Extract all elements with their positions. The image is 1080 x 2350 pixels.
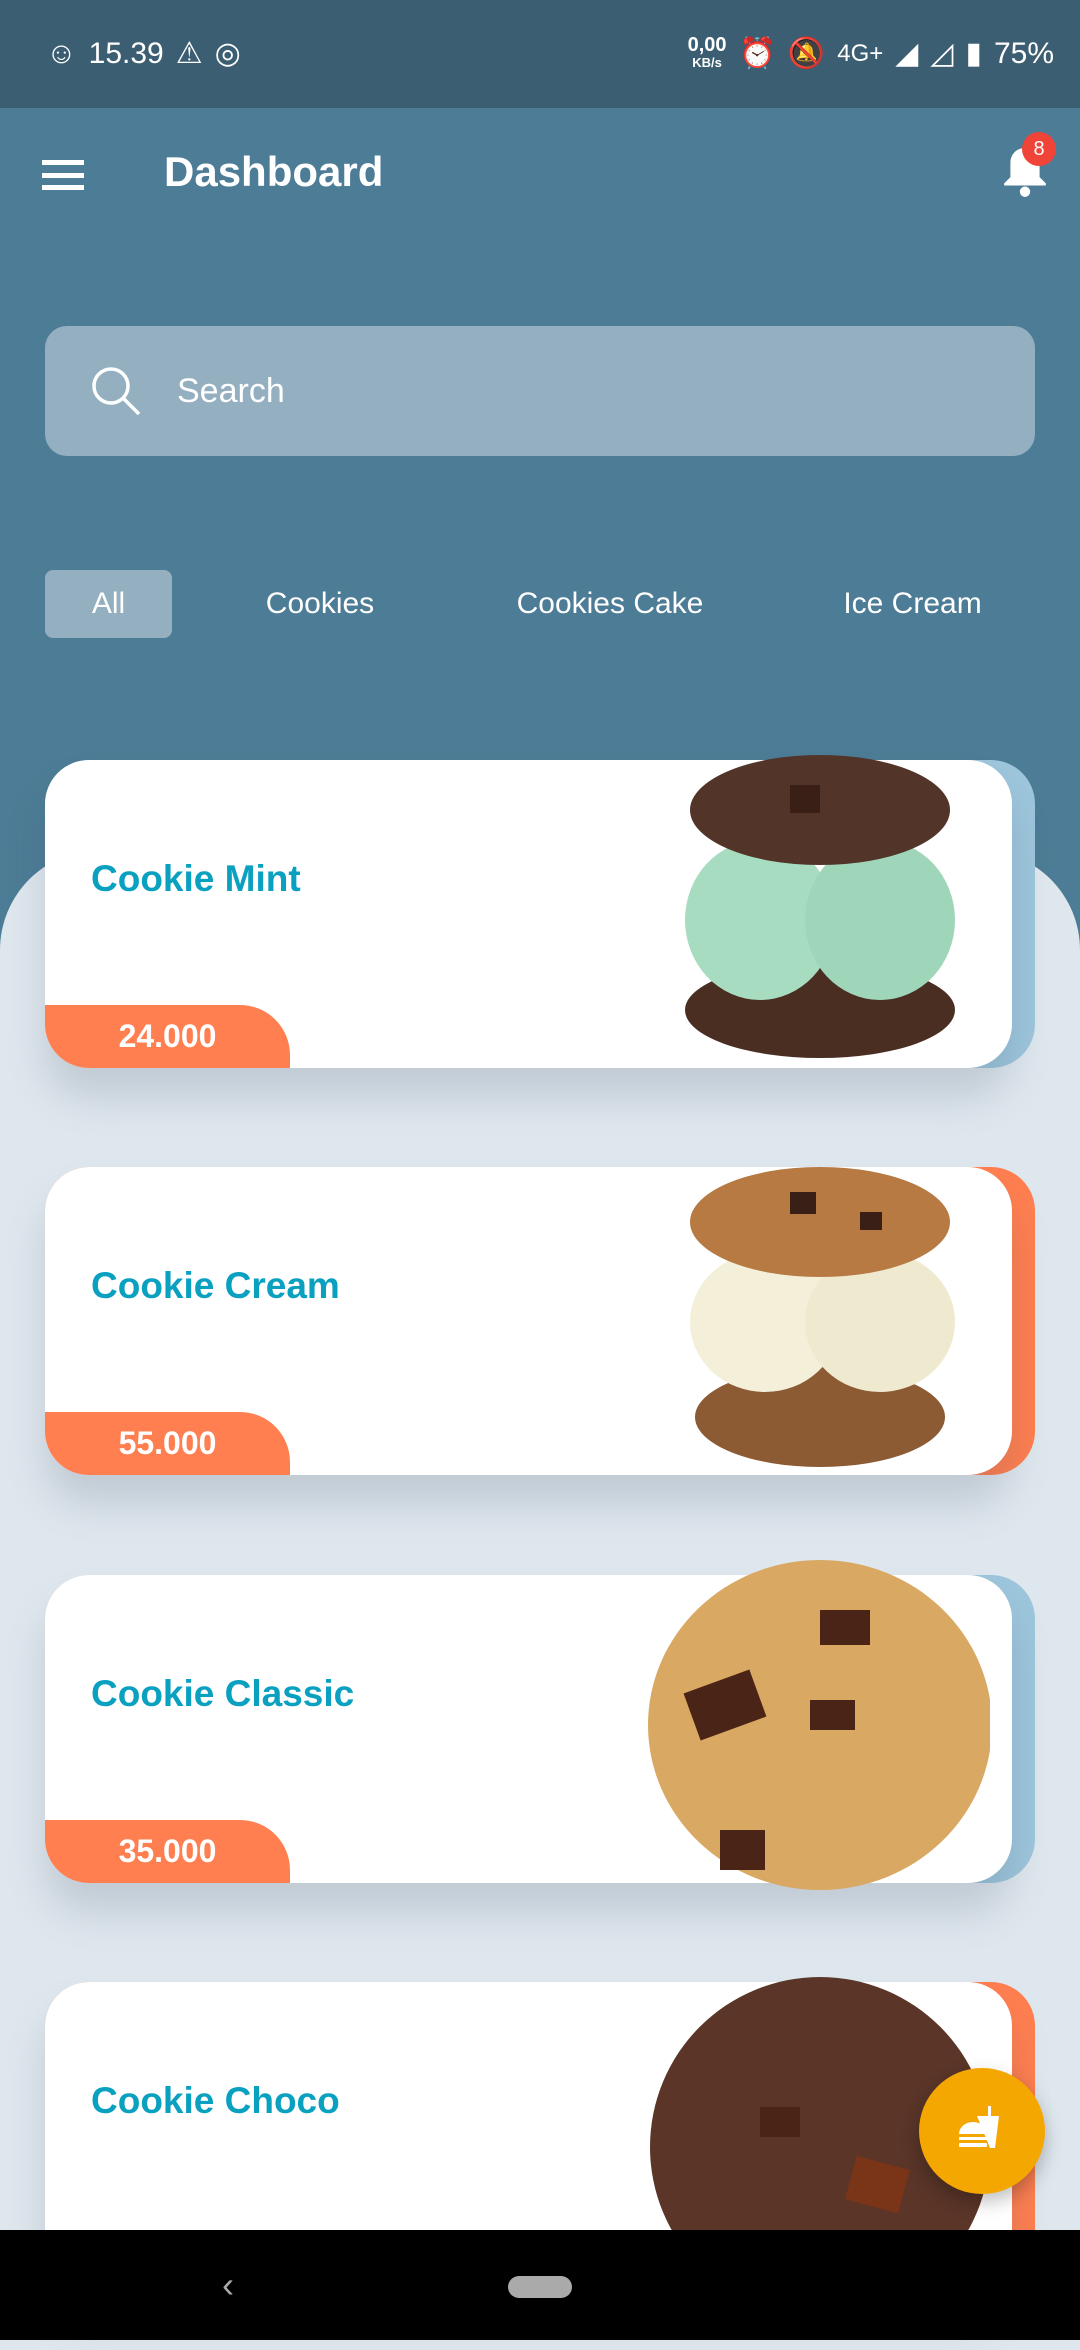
product-price: 55.000	[45, 1412, 290, 1475]
notification-badge: 8	[1022, 132, 1056, 166]
fastfood-icon	[959, 2106, 999, 2148]
status-time: 15.39	[88, 36, 164, 70]
product-name: Cookie Cream	[91, 1265, 340, 1306]
back-icon[interactable]: ‹	[222, 2264, 234, 2306]
status-bar: ☺ 15.39 ⚠ ◎ 0,00 KB/s ⏰ 🔕 4G+ ◢ ◿ ▮ 75%	[0, 0, 1080, 108]
category-tabs: All Cookies Cookies Cake Ice Cream	[0, 570, 1080, 638]
tab-ice-cream[interactable]: Ice Cream	[830, 570, 995, 638]
signal-icon: ◢	[895, 37, 919, 70]
net-unit: KB/s	[692, 54, 722, 70]
cookie-mint-image	[685, 755, 955, 1058]
search-input[interactable]: Search	[45, 326, 1035, 456]
app-bar: Dashboard	[0, 108, 1080, 238]
menu-icon[interactable]	[42, 160, 84, 190]
cookie-cream-image	[690, 1167, 955, 1467]
battery-icon: ▮	[965, 37, 982, 70]
tab-cookies[interactable]: Cookies	[240, 570, 400, 638]
home-pill[interactable]	[508, 2276, 572, 2298]
product-price: 24.000	[45, 1005, 290, 1068]
product-card[interactable]: Cookie Mint 24.000	[45, 755, 1035, 1068]
signal-2-icon: ◿	[930, 37, 954, 70]
search-icon	[92, 367, 141, 416]
net-speed: 0,00	[687, 33, 727, 56]
warning-icon: ⚠	[175, 37, 203, 70]
network-type: 4G+	[837, 39, 884, 67]
product-name: Cookie Classic	[91, 1673, 355, 1714]
mute-icon: 🔕	[787, 37, 826, 70]
product-price: 35.000	[45, 1820, 290, 1883]
system-nav-bar: ‹	[0, 2230, 1080, 2340]
search-placeholder: Search	[177, 372, 285, 410]
tab-all[interactable]: All	[45, 570, 172, 638]
product-card[interactable]: Cookie Cream 55.000	[45, 1167, 1035, 1475]
product-name: Cookie Mint	[91, 858, 301, 899]
product-name: Cookie Choco	[91, 2080, 340, 2121]
food-fab-button[interactable]	[919, 2068, 1045, 2194]
app-icon: ◎	[214, 37, 241, 70]
product-card[interactable]: Cookie Classic 35.000	[45, 1560, 1035, 1890]
page-title: Dashboard	[164, 148, 384, 195]
tab-cookies-cake[interactable]: Cookies Cake	[500, 570, 720, 638]
cookie-classic-image	[648, 1560, 990, 1890]
emoji-icon: ☺	[46, 36, 77, 70]
alarm-icon: ⏰	[738, 37, 776, 70]
battery-level: 75%	[993, 36, 1054, 70]
